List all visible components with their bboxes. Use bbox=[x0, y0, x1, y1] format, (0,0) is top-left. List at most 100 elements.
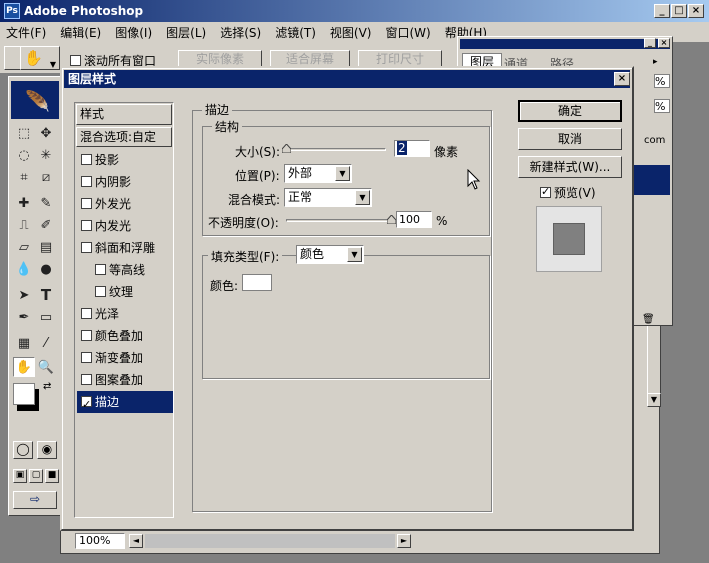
preview-checkbox[interactable] bbox=[540, 185, 551, 198]
opacity-input[interactable]: 100 bbox=[396, 211, 432, 228]
ok-button[interactable]: 确定 bbox=[518, 100, 622, 122]
zoom-tool-icon[interactable]: 🔍 bbox=[35, 357, 57, 377]
opacity-slider-thumb[interactable] bbox=[386, 213, 397, 225]
dialog-close-icon[interactable]: × bbox=[614, 72, 630, 86]
menu-window[interactable]: 窗口(W) bbox=[385, 24, 430, 41]
path-select-icon[interactable]: ➤ bbox=[13, 285, 35, 305]
size-slider[interactable] bbox=[286, 148, 386, 151]
crop-icon[interactable]: ⌗ bbox=[13, 167, 35, 187]
lasso-icon[interactable]: ◌ bbox=[13, 145, 35, 165]
effect-checkbox[interactable] bbox=[81, 308, 92, 319]
effect-checkbox[interactable] bbox=[95, 286, 106, 297]
opacity-slider[interactable] bbox=[286, 219, 392, 222]
effect-item[interactable]: 投影 bbox=[77, 149, 173, 171]
standard-mode-icon[interactable]: ◯ bbox=[13, 441, 33, 459]
effect-checkbox[interactable] bbox=[81, 154, 92, 165]
hand-tool-icon[interactable]: ✋ bbox=[13, 357, 35, 377]
effect-checkbox[interactable] bbox=[81, 394, 92, 416]
hand-tool-preset-button[interactable]: ✋ ▼ bbox=[20, 46, 60, 70]
jump-to-imageready-icon[interactable]: ⇨ bbox=[13, 491, 57, 509]
size-input[interactable]: 2 bbox=[394, 140, 430, 157]
effect-item[interactable]: 光泽 bbox=[77, 303, 173, 325]
brush-icon[interactable]: ✎ bbox=[35, 193, 57, 213]
effect-item[interactable]: 渐变叠加 bbox=[77, 347, 173, 369]
effect-item[interactable]: 内阴影 bbox=[77, 171, 173, 193]
menu-file[interactable]: 文件(F) bbox=[6, 24, 46, 41]
slice-icon[interactable]: ⧄ bbox=[35, 167, 57, 187]
healing-brush-icon[interactable]: ✚ bbox=[13, 193, 35, 213]
close-icon[interactable]: × bbox=[688, 4, 704, 18]
effect-checkbox[interactable] bbox=[95, 264, 106, 275]
effect-checkbox[interactable] bbox=[81, 220, 92, 231]
opacity-fragment: % bbox=[654, 74, 670, 88]
history-brush-icon[interactable]: ✐ bbox=[35, 215, 57, 235]
scroll-left-icon[interactable]: ◄ bbox=[129, 534, 143, 548]
stamp-icon[interactable]: ⎍ bbox=[13, 215, 35, 235]
menu-layer[interactable]: 图层(L) bbox=[166, 24, 206, 41]
panel-minimize-icon[interactable]: _ bbox=[644, 38, 656, 48]
foreground-color-swatch[interactable] bbox=[13, 383, 35, 405]
effect-checkbox[interactable] bbox=[81, 176, 92, 187]
screen-mode-2-icon[interactable]: ▢ bbox=[29, 469, 43, 483]
doc-horizontal-scrollbar[interactable] bbox=[145, 534, 395, 548]
eyedropper-icon[interactable]: ⁄ bbox=[35, 333, 57, 353]
fill-type-select[interactable]: 颜色 ▼ bbox=[296, 245, 364, 264]
effect-label: 光泽 bbox=[95, 307, 120, 321]
menu-select[interactable]: 选择(S) bbox=[220, 24, 261, 41]
quick-mask-icon[interactable]: ◉ bbox=[37, 441, 57, 459]
type-icon[interactable]: T bbox=[35, 285, 57, 305]
magic-wand-icon[interactable]: ✳ bbox=[35, 145, 57, 165]
size-slider-thumb[interactable] bbox=[281, 142, 292, 154]
effect-checkbox[interactable] bbox=[81, 352, 92, 363]
menu-view[interactable]: 视图(V) bbox=[330, 24, 372, 41]
zoom-field[interactable]: 100% bbox=[75, 533, 125, 549]
menu-edit[interactable]: 编辑(E) bbox=[60, 24, 101, 41]
effect-item[interactable]: 颜色叠加 bbox=[77, 325, 173, 347]
screen-mode-1-icon[interactable]: ▣ bbox=[13, 469, 27, 483]
styles-header[interactable]: 样式 bbox=[76, 104, 172, 125]
opacity-unit: % bbox=[436, 214, 448, 228]
position-select[interactable]: 外部 ▼ bbox=[284, 164, 352, 183]
stroke-color-swatch[interactable] bbox=[242, 274, 272, 291]
toolbox-header: 🪶 bbox=[11, 81, 59, 119]
new-style-button[interactable]: 新建样式(W)... bbox=[518, 156, 622, 178]
effect-label: 外发光 bbox=[95, 197, 132, 211]
blur-icon[interactable]: 💧 bbox=[13, 259, 35, 279]
gradient-icon[interactable]: ▤ bbox=[35, 237, 57, 257]
effect-checkbox[interactable] bbox=[81, 330, 92, 341]
effect-item[interactable]: 图案叠加 bbox=[77, 369, 173, 391]
effect-item[interactable]: 纹理 bbox=[77, 281, 173, 303]
layer-name-fragment: com bbox=[644, 135, 666, 146]
marquee-icon[interactable]: ⬚ bbox=[13, 123, 35, 143]
effect-item[interactable]: 外发光 bbox=[77, 193, 173, 215]
eraser-icon[interactable]: ▱ bbox=[13, 237, 35, 257]
effect-item[interactable]: 等高线 bbox=[77, 259, 173, 281]
effect-checkbox[interactable] bbox=[81, 198, 92, 209]
effect-checkbox[interactable] bbox=[81, 242, 92, 253]
blend-mode-select[interactable]: 正常 ▼ bbox=[284, 188, 372, 207]
scroll-all-checkbox[interactable] bbox=[70, 55, 81, 66]
cancel-button[interactable]: 取消 bbox=[518, 128, 622, 150]
scroll-right-icon[interactable]: ► bbox=[397, 534, 411, 548]
minimize-icon[interactable]: _ bbox=[654, 4, 670, 18]
panel-menu-icon[interactable]: ▸ bbox=[653, 57, 658, 67]
move-icon[interactable]: ✥ bbox=[35, 123, 57, 143]
effect-checkbox[interactable] bbox=[81, 374, 92, 385]
effect-item[interactable]: 斜面和浮雕 bbox=[77, 237, 173, 259]
notes-icon[interactable]: ▦ bbox=[13, 333, 35, 353]
menu-filter[interactable]: 滤镜(T) bbox=[275, 24, 316, 41]
size-unit: 像素 bbox=[434, 145, 459, 159]
trash-icon[interactable]: 🗑 bbox=[642, 314, 655, 325]
dodge-icon[interactable]: ● bbox=[35, 259, 57, 279]
pen-icon[interactable]: ✒ bbox=[13, 307, 35, 327]
swap-colors-icon[interactable]: ⇄ bbox=[43, 381, 51, 392]
blend-options-item[interactable]: 混合选项:自定 bbox=[76, 127, 172, 147]
scroll-down-icon[interactable]: ▼ bbox=[647, 393, 661, 407]
screen-mode-3-icon[interactable]: ■ bbox=[45, 469, 59, 483]
panel-close-icon[interactable]: × bbox=[658, 38, 670, 48]
effect-item[interactable]: 描边 bbox=[77, 391, 173, 416]
menu-image[interactable]: 图像(I) bbox=[115, 24, 152, 41]
maximize-icon[interactable]: □ bbox=[671, 4, 687, 18]
effect-item[interactable]: 内发光 bbox=[77, 215, 173, 237]
shape-icon[interactable]: ▭ bbox=[35, 307, 57, 327]
